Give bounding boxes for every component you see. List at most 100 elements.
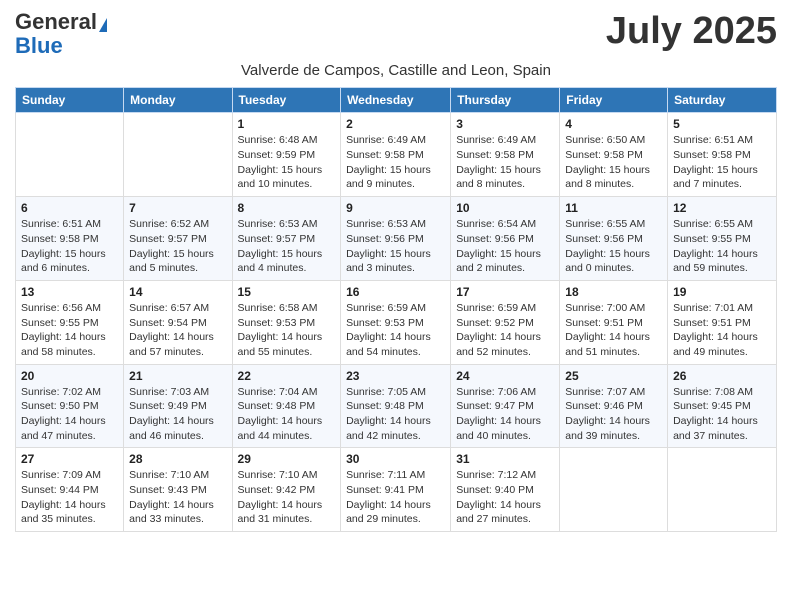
calendar-week-row: 6 Sunrise: 6:51 AMSunset: 9:58 PMDaylight…	[16, 197, 777, 281]
day-info: Sunrise: 6:49 AMSunset: 9:58 PMDaylight:…	[456, 133, 554, 192]
calendar-cell: 20 Sunrise: 7:02 AMSunset: 9:50 PMDayligh…	[16, 364, 124, 448]
day-info: Sunrise: 6:53 AMSunset: 9:57 PMDaylight:…	[238, 217, 336, 276]
day-info: Sunrise: 7:07 AMSunset: 9:46 PMDaylight:…	[565, 385, 662, 444]
day-number: 25	[565, 369, 662, 383]
calendar-week-row: 13Sunrise: 6:56 AMSunset: 9:55 PMDayligh…	[16, 280, 777, 364]
calendar-cell: 25 Sunrise: 7:07 AMSunset: 9:46 PMDayligh…	[560, 364, 668, 448]
page-header: General Blue July 2025	[15, 10, 777, 58]
calendar-cell: 2Sunrise: 6:49 AMSunset: 9:58 PMDaylight…	[341, 113, 451, 197]
calendar-cell: 21Sunrise: 7:03 AMSunset: 9:49 PMDayligh…	[124, 364, 232, 448]
calendar-cell: 31 Sunrise: 7:12 AMSunset: 9:40 PMDayligh…	[451, 448, 560, 532]
logo-blue: Blue	[15, 34, 107, 58]
day-number: 26	[673, 369, 771, 383]
day-number: 6	[21, 201, 118, 215]
day-number: 29	[238, 452, 336, 466]
calendar-cell: 27 Sunrise: 7:09 AMSunset: 9:44 PMDayligh…	[16, 448, 124, 532]
calendar-cell: 8 Sunrise: 6:53 AMSunset: 9:57 PMDaylight…	[232, 197, 341, 281]
logo-text: General	[15, 10, 107, 34]
calendar-cell: 26 Sunrise: 7:08 AMSunset: 9:45 PMDayligh…	[668, 364, 777, 448]
day-info: Sunrise: 6:55 AMSunset: 9:55 PMDaylight:…	[673, 217, 771, 276]
day-info: Sunrise: 7:04 AMSunset: 9:48 PMDaylight:…	[238, 385, 336, 444]
month-title: July 2025	[606, 10, 777, 53]
calendar-cell: 12Sunrise: 6:55 AMSunset: 9:55 PMDayligh…	[668, 197, 777, 281]
calendar-cell: 6 Sunrise: 6:51 AMSunset: 9:58 PMDaylight…	[16, 197, 124, 281]
calendar-cell: 4 Sunrise: 6:50 AMSunset: 9:58 PMDaylight…	[560, 113, 668, 197]
day-info: Sunrise: 7:02 AMSunset: 9:50 PMDaylight:…	[21, 385, 118, 444]
calendar-table: SundayMondayTuesdayWednesdayThursdayFrid…	[15, 87, 777, 532]
location: Valverde de Campos, Castille and Leon, S…	[15, 62, 777, 79]
calendar-cell: 19 Sunrise: 7:01 AMSunset: 9:51 PMDayligh…	[668, 280, 777, 364]
calendar-header-cell: Monday	[124, 88, 232, 113]
day-info: Sunrise: 6:57 AMSunset: 9:54 PMDaylight:…	[129, 301, 226, 360]
day-number: 10	[456, 201, 554, 215]
day-info: Sunrise: 7:01 AMSunset: 9:51 PMDaylight:…	[673, 301, 771, 360]
day-info: Sunrise: 6:58 AMSunset: 9:53 PMDaylight:…	[238, 301, 336, 360]
day-number: 8	[238, 201, 336, 215]
day-info: Sunrise: 6:50 AMSunset: 9:58 PMDaylight:…	[565, 133, 662, 192]
day-number: 3	[456, 117, 554, 131]
calendar-cell: 24 Sunrise: 7:06 AMSunset: 9:47 PMDayligh…	[451, 364, 560, 448]
day-number: 19	[673, 285, 771, 299]
day-info: Sunrise: 7:06 AMSunset: 9:47 PMDaylight:…	[456, 385, 554, 444]
calendar-header-cell: Wednesday	[341, 88, 451, 113]
calendar-cell: 11 Sunrise: 6:55 AMSunset: 9:56 PMDayligh…	[560, 197, 668, 281]
day-info: Sunrise: 7:09 AMSunset: 9:44 PMDaylight:…	[21, 468, 118, 527]
calendar-header-cell: Saturday	[668, 88, 777, 113]
logo: General Blue	[15, 10, 107, 58]
logo-icon	[99, 18, 107, 32]
calendar-cell: 17Sunrise: 6:59 AMSunset: 9:52 PMDayligh…	[451, 280, 560, 364]
day-number: 18	[565, 285, 662, 299]
day-number: 2	[346, 117, 445, 131]
day-info: Sunrise: 7:08 AMSunset: 9:45 PMDaylight:…	[673, 385, 771, 444]
day-info: Sunrise: 6:54 AMSunset: 9:56 PMDaylight:…	[456, 217, 554, 276]
calendar-cell: 5Sunrise: 6:51 AMSunset: 9:58 PMDaylight…	[668, 113, 777, 197]
calendar-cell: 14 Sunrise: 6:57 AMSunset: 9:54 PMDayligh…	[124, 280, 232, 364]
calendar-cell: 10 Sunrise: 6:54 AMSunset: 9:56 PMDayligh…	[451, 197, 560, 281]
calendar-cell: 22 Sunrise: 7:04 AMSunset: 9:48 PMDayligh…	[232, 364, 341, 448]
day-info: Sunrise: 6:51 AMSunset: 9:58 PMDaylight:…	[21, 217, 118, 276]
calendar-cell	[124, 113, 232, 197]
calendar-header-cell: Tuesday	[232, 88, 341, 113]
day-number: 31	[456, 452, 554, 466]
day-number: 24	[456, 369, 554, 383]
day-number: 23	[346, 369, 445, 383]
calendar-header-cell: Friday	[560, 88, 668, 113]
day-info: Sunrise: 7:00 AMSunset: 9:51 PMDaylight:…	[565, 301, 662, 360]
calendar-cell: 13Sunrise: 6:56 AMSunset: 9:55 PMDayligh…	[16, 280, 124, 364]
day-info: Sunrise: 7:12 AMSunset: 9:40 PMDaylight:…	[456, 468, 554, 527]
day-number: 16	[346, 285, 445, 299]
day-number: 17	[456, 285, 554, 299]
day-info: Sunrise: 7:03 AMSunset: 9:49 PMDaylight:…	[129, 385, 226, 444]
calendar-cell: 9Sunrise: 6:53 AMSunset: 9:56 PMDaylight…	[341, 197, 451, 281]
calendar-cell	[16, 113, 124, 197]
day-number: 20	[21, 369, 118, 383]
day-number: 4	[565, 117, 662, 131]
day-info: Sunrise: 6:59 AMSunset: 9:53 PMDaylight:…	[346, 301, 445, 360]
day-number: 14	[129, 285, 226, 299]
calendar-header-cell: Thursday	[451, 88, 560, 113]
calendar-body: 1 Sunrise: 6:48 AMSunset: 9:59 PMDaylight…	[16, 113, 777, 532]
calendar-cell: 18 Sunrise: 7:00 AMSunset: 9:51 PMDayligh…	[560, 280, 668, 364]
day-info: Sunrise: 7:10 AMSunset: 9:42 PMDaylight:…	[238, 468, 336, 527]
day-number: 27	[21, 452, 118, 466]
calendar-cell	[560, 448, 668, 532]
day-info: Sunrise: 6:55 AMSunset: 9:56 PMDaylight:…	[565, 217, 662, 276]
day-number: 30	[346, 452, 445, 466]
calendar-week-row: 27 Sunrise: 7:09 AMSunset: 9:44 PMDayligh…	[16, 448, 777, 532]
calendar-cell: 28 Sunrise: 7:10 AMSunset: 9:43 PMDayligh…	[124, 448, 232, 532]
day-info: Sunrise: 7:10 AMSunset: 9:43 PMDaylight:…	[129, 468, 226, 527]
day-info: Sunrise: 6:56 AMSunset: 9:55 PMDaylight:…	[21, 301, 118, 360]
day-number: 7	[129, 201, 226, 215]
day-number: 28	[129, 452, 226, 466]
day-info: Sunrise: 6:52 AMSunset: 9:57 PMDaylight:…	[129, 217, 226, 276]
day-info: Sunrise: 6:53 AMSunset: 9:56 PMDaylight:…	[346, 217, 445, 276]
calendar-header-cell: Sunday	[16, 88, 124, 113]
day-number: 5	[673, 117, 771, 131]
calendar-week-row: 1 Sunrise: 6:48 AMSunset: 9:59 PMDaylight…	[16, 113, 777, 197]
calendar-week-row: 20 Sunrise: 7:02 AMSunset: 9:50 PMDayligh…	[16, 364, 777, 448]
day-number: 1	[238, 117, 336, 131]
day-number: 11	[565, 201, 662, 215]
day-number: 22	[238, 369, 336, 383]
day-info: Sunrise: 6:48 AMSunset: 9:59 PMDaylight:…	[238, 133, 336, 192]
calendar-header-row: SundayMondayTuesdayWednesdayThursdayFrid…	[16, 88, 777, 113]
